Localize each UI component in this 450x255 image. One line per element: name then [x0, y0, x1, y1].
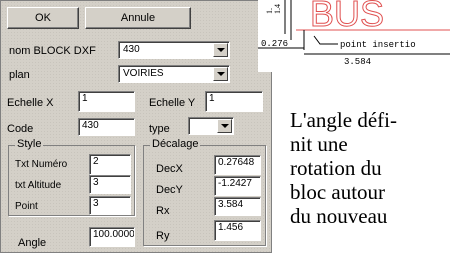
code-input[interactable]: 430	[78, 118, 135, 136]
decalage-group-title: Décalage	[150, 138, 201, 150]
insertion-point-label: point insertio	[340, 40, 416, 50]
decy-input[interactable]: -1.2427	[214, 176, 261, 196]
point-label: Point	[15, 201, 38, 212]
style-group-title: Style	[15, 138, 44, 150]
angle-input[interactable]: 100.0000	[89, 227, 135, 247]
plan-value: VOIRIES	[123, 68, 164, 79]
cancel-button[interactable]: Annule	[85, 7, 191, 29]
block-name-select[interactable]: 430	[118, 41, 230, 59]
chevron-down-icon[interactable]	[213, 67, 228, 81]
code-label: Code	[7, 123, 34, 135]
block-name-label: nom BLOCK DXF	[9, 45, 96, 57]
plan-label: plan	[9, 69, 30, 81]
prose-line-1: L'angle défi-	[290, 108, 397, 132]
echelle-x-label: Echelle X	[7, 97, 54, 109]
ok-button[interactable]: OK	[7, 7, 79, 29]
ry-input[interactable]: 1.456	[214, 220, 261, 241]
block-settings-dialog: OK Annule nom BLOCK DXF 430 plan VOIRIES…	[0, 0, 272, 253]
bus-outline-letters: BUS	[310, 0, 384, 34]
decy-label: DecY	[156, 184, 183, 196]
explanatory-text: L'angle défi- nit une rotation du bloc a…	[290, 108, 450, 228]
txt-altitude-label: txt Altitude	[15, 180, 62, 191]
txt-altitude-input[interactable]: 3	[89, 175, 131, 194]
point-input[interactable]: 3	[89, 196, 131, 215]
dim-3584: 3.584	[344, 57, 371, 67]
txt-numero-label: Txt Numéro	[15, 159, 68, 170]
decx-label: DecX	[156, 163, 183, 175]
txt-numero-input[interactable]: 2	[89, 154, 131, 175]
rx-input[interactable]: 3.584	[214, 197, 261, 216]
block-name-value: 430	[123, 44, 140, 55]
dim-side-1: 1.4	[273, 4, 282, 14]
type-select[interactable]	[188, 117, 234, 135]
type-label: type	[149, 123, 170, 135]
cad-drawing-excerpt: 1.4 1. BUS 0.276 point insertio 3.584	[258, 0, 450, 72]
plan-select[interactable]: VOIRIES	[118, 65, 230, 83]
dim-0276: 0.276	[261, 39, 288, 49]
echelle-y-input[interactable]: 1	[205, 91, 263, 112]
prose-line-4: bloc autour	[290, 180, 386, 204]
chevron-down-icon[interactable]	[213, 43, 228, 57]
decx-input[interactable]: 0.27648	[214, 155, 261, 175]
prose-line-3: rotation du	[290, 156, 382, 180]
rx-label: Rx	[156, 205, 170, 217]
prose-line-2: nit une	[290, 132, 348, 156]
ry-label: Ry	[156, 230, 170, 242]
prose-line-5: du nouveau	[290, 204, 388, 228]
echelle-x-input[interactable]: 1	[78, 91, 135, 112]
chevron-down-icon[interactable]	[217, 119, 232, 133]
echelle-y-label: Echelle Y	[149, 97, 196, 109]
dim-side-2: 1.	[265, 8, 274, 14]
angle-label: Angle	[18, 237, 47, 249]
